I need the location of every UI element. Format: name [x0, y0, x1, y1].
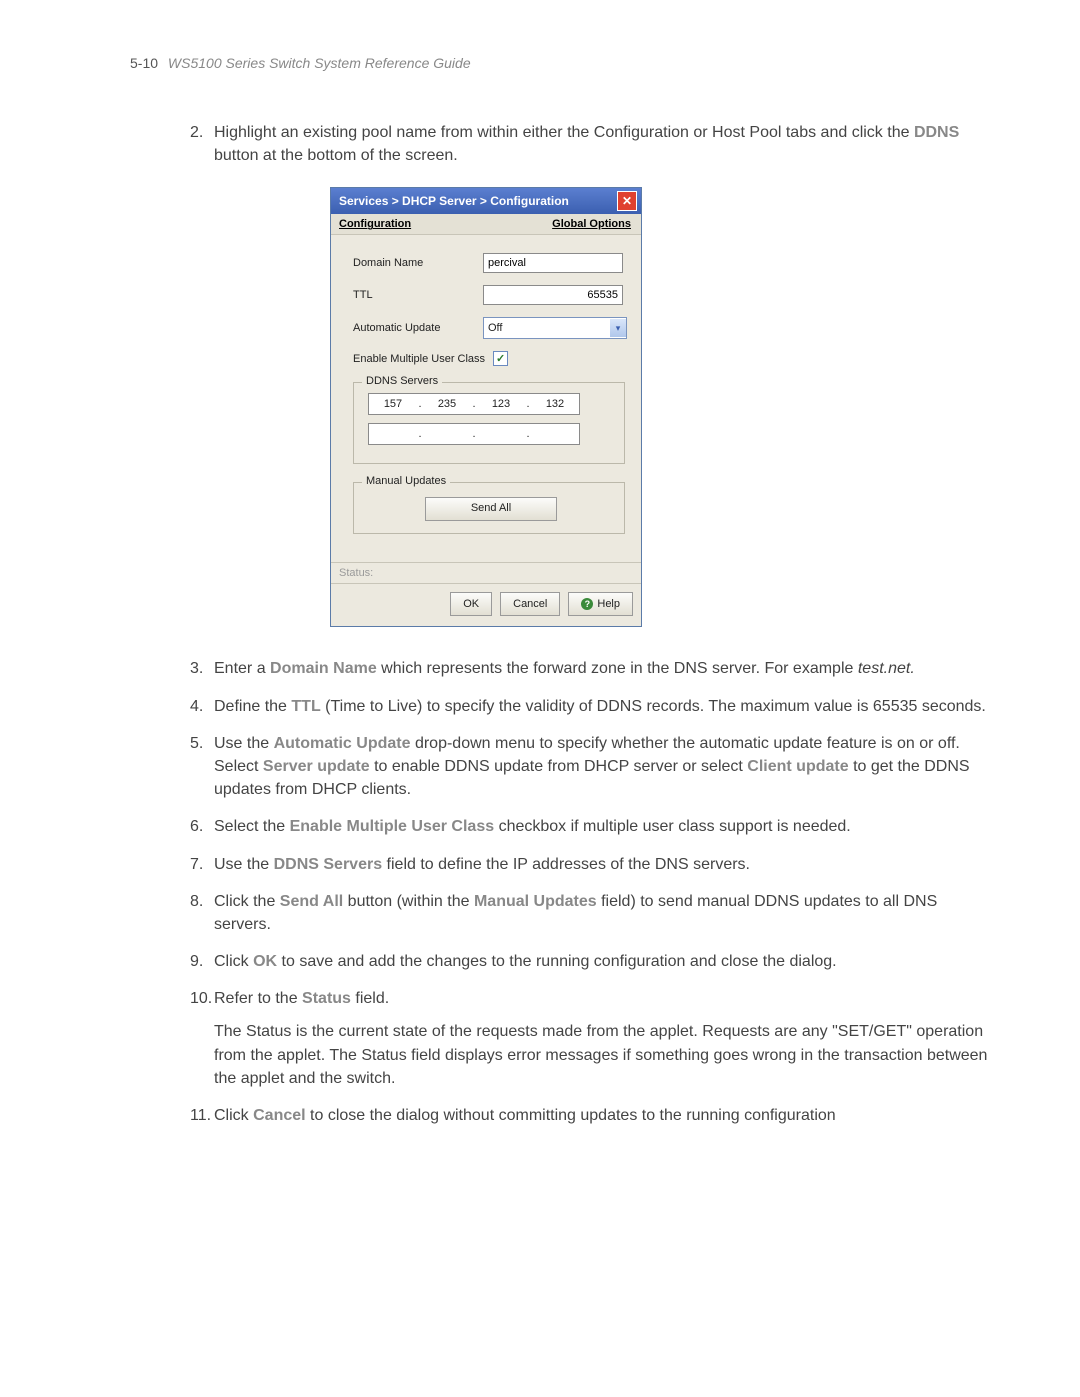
step-text: Click Cancel to close the dialog without…	[214, 1104, 990, 1127]
step-text: Define the TTL (Time to Live) to specify…	[214, 695, 990, 718]
step-number: 4.	[190, 695, 214, 718]
tab-configuration[interactable]: Configuration	[339, 218, 411, 230]
dialog-title-text: Services > DHCP Server > Configuration	[339, 194, 569, 208]
ddns-ip-row-1[interactable]: 157. 235. 123. 132	[368, 393, 580, 415]
step-8: 8. Click the Send All button (within the…	[190, 890, 990, 936]
ttl-label: TTL	[353, 289, 483, 301]
step-4: 4. Define the TTL (Time to Live) to spec…	[190, 695, 990, 718]
ip1-o2: 235	[423, 398, 471, 410]
domain-name-label: Domain Name	[353, 257, 483, 269]
step-10: 10. Refer to the Status field. The Statu…	[190, 987, 990, 1090]
ok-button[interactable]: OK	[450, 592, 492, 616]
enable-multi-checkbox[interactable]: ✓	[493, 351, 508, 366]
page-content: 5-10 WS5100 Series Switch System Referen…	[0, 0, 1080, 1241]
auto-update-label: Automatic Update	[353, 322, 483, 334]
ip1-o3: 123	[477, 398, 525, 410]
step-3: 3. Enter a Domain Name which represents …	[190, 657, 990, 680]
configuration-dialog: Services > DHCP Server > Configuration ✕…	[330, 187, 642, 627]
step-number: 2.	[190, 121, 214, 167]
ttl-input[interactable]	[483, 285, 623, 305]
step-text: Refer to the Status field. The Status is…	[214, 987, 990, 1090]
manual-updates-fieldset: Manual Updates Send All	[353, 482, 625, 534]
step-text: Enter a Domain Name which represents the…	[214, 657, 990, 680]
ddns-ip-row-2[interactable]: . . .	[368, 423, 580, 445]
step-text: Use the Automatic Update drop-down menu …	[214, 732, 990, 802]
step-2: 2. Highlight an existing pool name from …	[190, 121, 990, 167]
step-text: Use the DDNS Servers field to define the…	[214, 853, 990, 876]
enable-multi-row: Enable Multiple User Class ✓	[353, 351, 625, 366]
auto-update-select[interactable]: Off ▾	[483, 317, 627, 339]
dialog-screenshot: Services > DHCP Server > Configuration ✕…	[330, 187, 990, 627]
step-7: 7. Use the DDNS Servers field to define …	[190, 853, 990, 876]
step-text: Select the Enable Multiple User Class ch…	[214, 815, 990, 838]
domain-name-input[interactable]	[483, 253, 623, 273]
step-number: 6.	[190, 815, 214, 838]
tab-bar: Configuration Global Options	[331, 214, 641, 235]
ddns-servers-legend: DDNS Servers	[362, 375, 442, 387]
enable-multi-label: Enable Multiple User Class	[353, 353, 485, 365]
domain-name-row: Domain Name	[353, 253, 625, 273]
book-title: WS5100 Series Switch System Reference Gu…	[168, 55, 471, 71]
tab-global-options[interactable]: Global Options	[552, 218, 631, 230]
step-number: 7.	[190, 853, 214, 876]
status-label: Status:	[339, 567, 373, 579]
manual-updates-legend: Manual Updates	[362, 475, 450, 487]
auto-update-row: Automatic Update Off ▾	[353, 317, 625, 339]
ttl-row: TTL	[353, 285, 625, 305]
auto-update-value: Off	[488, 322, 502, 334]
ip1-o4: 132	[531, 398, 579, 410]
dialog-titlebar: Services > DHCP Server > Configuration ✕	[331, 188, 641, 214]
step-10-sub: The Status is the current state of the r…	[214, 1020, 990, 1090]
dialog-button-row: OK Cancel ?Help	[331, 584, 641, 626]
step-number: 5.	[190, 732, 214, 802]
step-text: Click OK to save and add the changes to …	[214, 950, 990, 973]
help-button[interactable]: ?Help	[568, 592, 633, 616]
dialog-body: Domain Name TTL Automatic Update Off ▾	[331, 235, 641, 562]
page-number: 5-10	[130, 55, 158, 71]
page-header: 5-10 WS5100 Series Switch System Referen…	[130, 55, 990, 71]
status-line: Status:	[331, 562, 641, 584]
chevron-down-icon: ▾	[610, 319, 626, 337]
content-body: 2. Highlight an existing pool name from …	[190, 121, 990, 1127]
step-9: 9. Click OK to save and add the changes …	[190, 950, 990, 973]
cancel-button[interactable]: Cancel	[500, 592, 560, 616]
step-5: 5. Use the Automatic Update drop-down me…	[190, 732, 990, 802]
send-all-button[interactable]: Send All	[425, 497, 557, 521]
step-text: Click the Send All button (within the Ma…	[214, 890, 990, 936]
step-number: 8.	[190, 890, 214, 936]
step-number: 9.	[190, 950, 214, 973]
step-6: 6. Select the Enable Multiple User Class…	[190, 815, 990, 838]
step-11: 11. Click Cancel to close the dialog wit…	[190, 1104, 990, 1127]
step-number: 3.	[190, 657, 214, 680]
step-number: 11.	[190, 1104, 214, 1127]
step-number: 10.	[190, 987, 214, 1090]
ip1-o1: 157	[369, 398, 417, 410]
close-icon[interactable]: ✕	[617, 191, 637, 211]
ddns-servers-fieldset: DDNS Servers 157. 235. 123. 132 . . .	[353, 382, 625, 464]
step-text: Highlight an existing pool name from wit…	[214, 121, 990, 167]
help-icon: ?	[581, 598, 593, 610]
